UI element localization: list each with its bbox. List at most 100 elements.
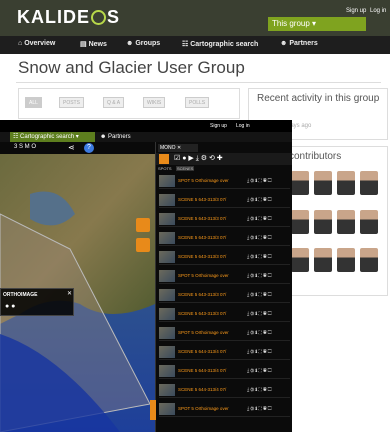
app-signup-link[interactable]: Sign up [210, 123, 227, 129]
result-thumbnail [159, 308, 175, 320]
filter-qa[interactable]: Q & A [103, 97, 125, 108]
result-action-icons[interactable]: ⤓⚙ℹ⛶◉☐ [247, 216, 273, 222]
result-thumbnail [159, 289, 175, 301]
tab-spots[interactable]: SPOTS [158, 166, 172, 171]
result-label: SPOT 5 Orthoimage over [178, 330, 229, 335]
result-row[interactable]: SCENE 5 643-313/3 07/ ⤓⚙ℹ⛶◉☐ [159, 212, 290, 227]
result-action-icons[interactable]: ⤓⚙ℹ⛶◉☐ [247, 406, 273, 412]
result-action-icons[interactable]: ⤓⚙ℹ⛶◉☐ [247, 368, 273, 374]
panel-tool-icons[interactable]: ☑ ● ▶ ⤓ ⚙ ⟲ ✚ [174, 154, 223, 163]
avatar[interactable] [337, 171, 355, 195]
avatar[interactable] [360, 171, 378, 195]
avatar[interactable] [360, 209, 378, 234]
tab-mono[interactable]: MONO ✕ [158, 144, 198, 152]
result-row[interactable]: SPOT 5 Orthoimage over ⤓⚙ℹ⛶◉☐ [159, 174, 290, 189]
result-row[interactable]: SCENE 5 643-313/3 07/ ⤓⚙ℹ⛶◉☐ [159, 231, 290, 246]
filter-polls[interactable]: POLLS [185, 97, 210, 108]
result-action-icons[interactable]: ⤓⚙ℹ⛶◉☐ [247, 311, 273, 317]
result-action-icons[interactable]: ⤓⚙ℹ⛶◉☐ [247, 254, 273, 260]
result-row[interactable]: SCENE 5 644-313/4 07/ ⤓⚙ℹ⛶◉☐ [159, 364, 290, 379]
signup-link[interactable]: Sign up [346, 8, 366, 14]
layers-button[interactable] [136, 218, 150, 232]
nav-overview[interactable]: ⌂ Overview [18, 40, 55, 47]
map-app-window: Sign up Log in ☷ Cartographic search ▾ ☻… [0, 120, 292, 432]
share-icon[interactable]: ⋖ [68, 143, 75, 152]
result-thumbnail [159, 346, 175, 358]
panel-toolbar: ☑ ● ▶ ⤓ ⚙ ⟲ ✚ [156, 153, 292, 165]
nav-cartographic-search[interactable]: ☷ Cartographic search [182, 40, 258, 48]
search-button[interactable] [136, 238, 150, 252]
recent-activity-title: Recent activity in this group [257, 93, 380, 104]
result-row[interactable]: SCENE 5 644-313/4 07/ ⤓⚙ℹ⛶◉☐ [159, 383, 290, 398]
result-action-icons[interactable]: ⤓⚙ℹ⛶◉☐ [247, 292, 273, 298]
filter-wikis[interactable]: WIKIS [143, 97, 166, 108]
result-label: SCENE 5 643-313/3 07/ [178, 254, 227, 259]
logo[interactable]: KALIDE S [17, 7, 120, 28]
result-label: SCENE 5 643-313/3 07/ [178, 216, 227, 221]
close-icon[interactable]: ✕ [67, 290, 72, 297]
map-icon: ☷ [13, 134, 21, 140]
nav-news[interactable]: ▤ News [80, 40, 107, 48]
group-select[interactable]: This group ▾ [268, 17, 366, 31]
app-nav-partners[interactable]: ☻ Partners [100, 134, 131, 140]
result-thumbnail [159, 251, 175, 263]
result-thumbnail [159, 213, 175, 225]
app-topbar: Sign up Log in [0, 120, 292, 132]
news-icon: ▤ [80, 41, 89, 48]
result-row[interactable]: SCENE 5 643-313/3 07/ ⤓⚙ℹ⛶◉☐ [159, 288, 290, 303]
result-row[interactable]: SCENE 5 643-313/3 07/ ⤓⚙ℹ⛶◉☐ [159, 193, 290, 208]
result-action-icons[interactable]: ⤓⚙ℹ⛶◉☐ [247, 349, 273, 355]
page-title: Snow and Glacier User Group [18, 58, 245, 77]
avatar[interactable] [337, 248, 355, 273]
avatar[interactable] [360, 248, 378, 273]
result-row[interactable]: SPOT 5 Orthoimage over ⤓⚙ℹ⛶◉☐ [159, 326, 290, 341]
result-row[interactable]: SCENE 5 644-313/4 07/ ⤓⚙ℹ⛶◉☐ [159, 345, 290, 360]
result-row[interactable]: SCENE 5 643-313/3 07/ ⤓⚙ℹ⛶◉☐ [159, 250, 290, 265]
result-row[interactable]: SPOT 5 Orthoimage over ⤓⚙ℹ⛶◉☐ [159, 402, 290, 417]
filter-all[interactable]: ALL [25, 97, 42, 108]
partners-icon: ☻ [100, 134, 108, 140]
avatar[interactable] [337, 209, 355, 234]
result-action-icons[interactable]: ⤓⚙ℹ⛶◉☐ [247, 387, 273, 393]
all-button[interactable] [159, 154, 169, 164]
result-label: SPOT 5 Orthoimage over [178, 178, 229, 183]
map-popup[interactable]: ORTHOIMAGE ✕ ● ● [0, 288, 74, 316]
groups-icon: ☻ [126, 40, 136, 47]
avatar[interactable] [291, 248, 309, 273]
result-action-icons[interactable]: ⤓⚙ℹ⛶◉☐ [247, 330, 273, 336]
zoom-level-icons[interactable]: 3 S M O [14, 144, 36, 150]
nav-groups[interactable]: ☻ Groups [126, 40, 160, 47]
result-label: SCENE 5 643-313/3 07/ [178, 311, 227, 316]
avatar[interactable] [314, 171, 332, 195]
popup-actions-icon[interactable]: ● ● [5, 303, 15, 310]
app-nav: ☷ Cartographic search ▾ ☻ Partners [0, 132, 292, 142]
result-action-icons[interactable]: ⤓⚙ℹ⛶◉☐ [247, 197, 273, 203]
tab-scenes[interactable]: SCENES [176, 166, 195, 171]
panel-collapse-handle[interactable] [150, 400, 156, 420]
filter-posts[interactable]: POSTS [59, 97, 84, 108]
result-thumbnail [159, 175, 175, 187]
result-row[interactable]: SCENE 5 643-313/3 07/ ⤓⚙ℹ⛶◉☐ [159, 307, 290, 322]
result-row[interactable]: SPOT 5 Orthoimage over ⤓⚙ℹ⛶◉☐ [159, 269, 290, 284]
result-thumbnail [159, 365, 175, 377]
result-action-icons[interactable]: ⤓⚙ℹ⛶◉☐ [247, 235, 273, 241]
app-login-link[interactable]: Log in [236, 123, 250, 129]
result-label: SPOT 5 Orthoimage over [178, 273, 229, 278]
result-thumbnail [159, 270, 175, 282]
avatar[interactable] [314, 248, 332, 273]
login-link[interactable]: Log in [370, 8, 386, 14]
result-label: SCENE 5 644-313/4 07/ [178, 349, 227, 354]
help-icon[interactable]: ? [84, 143, 94, 153]
avatar[interactable] [291, 209, 309, 234]
nav-partners[interactable]: ☻ Partners [280, 40, 318, 47]
app-nav-cartographic-search[interactable]: ☷ Cartographic search ▾ [10, 132, 95, 142]
avatar[interactable] [291, 171, 309, 195]
result-action-icons[interactable]: ⤓⚙ℹ⛶◉☐ [247, 273, 273, 279]
result-action-icons[interactable]: ⤓⚙ℹ⛶◉☐ [247, 178, 273, 184]
result-label: SPOT 5 Orthoimage over [178, 406, 229, 411]
results-panel: MONO ✕ ☑ ● ▶ ⤓ ⚙ ⟲ ✚ SPOTS SCENES SPOT 5… [155, 142, 292, 432]
result-thumbnail [159, 232, 175, 244]
avatar[interactable] [314, 209, 332, 234]
result-label: SCENE 5 644-313/4 07/ [178, 387, 227, 392]
top-header: KALIDE S Sign up Log in This group ▾ [0, 0, 390, 36]
